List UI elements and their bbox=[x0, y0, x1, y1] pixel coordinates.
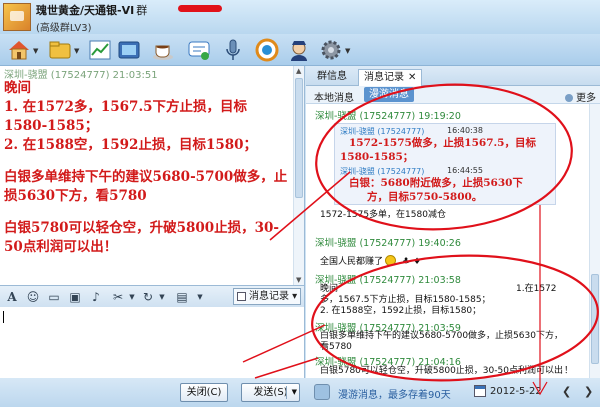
message-body: 看5780 bbox=[320, 342, 352, 352]
roam-icon[interactable] bbox=[314, 384, 330, 400]
tab-message-history[interactable]: 消息记录 ✕ bbox=[358, 69, 423, 86]
chevron-down-icon[interactable]: ▼ bbox=[124, 289, 140, 305]
smiley-icon[interactable]: ☺ bbox=[25, 289, 41, 305]
folder-icon[interactable] bbox=[47, 37, 73, 63]
folder-icon[interactable]: ▭ bbox=[46, 289, 62, 305]
message-history-button[interactable]: 消息记录 ▾ bbox=[233, 288, 301, 305]
history-panel: 群信息 消息记录 ✕ 本地消息 漫游消息 更多 深圳-骁盟 (17524777) … bbox=[306, 66, 600, 378]
message-body: 白银多单维持下午的建议5680-5700做多，止损5630下方， bbox=[320, 331, 563, 341]
bottom-bar: 关闭(C) 发送(S) ▼ 漫游消息，最多存着90天 2012-5-22 ❮ ❯ bbox=[0, 378, 600, 407]
message-text: 全国人民都赚了 bbox=[320, 257, 384, 267]
chat-message: 白银5780可以轻仓空，升破5800止损，30-50点利润可以出！ bbox=[4, 220, 280, 255]
history-icon bbox=[237, 292, 246, 301]
next-page-icon[interactable]: ❯ bbox=[584, 385, 593, 398]
message-body: 晚间 bbox=[320, 284, 339, 294]
chat-messages: 晚间 1. 在1572多，1567.5下方止损，目标1580-1585； 2. … bbox=[4, 79, 290, 270]
close-button[interactable]: 关闭(C) bbox=[180, 383, 228, 402]
group-level: (高级群LV3) bbox=[36, 23, 92, 34]
redacted-text bbox=[178, 5, 222, 12]
video-icon[interactable] bbox=[116, 37, 142, 63]
message-body: 全国人民都赚了 ♣ ♦ bbox=[320, 255, 422, 267]
tab-label: 消息记录 bbox=[364, 72, 404, 83]
tab-group-info[interactable]: 群信息 bbox=[312, 69, 352, 86]
message-body: 白银5780可以轻仓空，升破5800止损，30-50点利润可以出 bbox=[320, 366, 563, 376]
quote-text: 1572-1575做多，止损1567.5，目标 bbox=[349, 137, 536, 149]
chat-message: 2. 在1588空，1592止损，目标1580； bbox=[4, 137, 258, 153]
chart-icon[interactable] bbox=[87, 37, 113, 63]
message-sender: 深圳-骁盟 (17524777) 19:40:26 bbox=[315, 238, 461, 249]
scroll-thumb[interactable] bbox=[295, 78, 303, 198]
history-date[interactable]: 2012-5-22 bbox=[490, 386, 542, 397]
chat-message: 白银多单维持下午的建议5680-5700做多，止损5630下方，看5780 bbox=[4, 169, 288, 204]
send-button[interactable]: 发送(S) ▼ bbox=[241, 383, 300, 402]
picture-icon[interactable]: ▤ bbox=[174, 289, 190, 305]
police-icon[interactable] bbox=[286, 37, 312, 63]
quoted-messages: 深圳-骁盟 (17524777) 16:40:38 1572-1575做多，止损… bbox=[334, 123, 556, 205]
history-subtabs: 本地消息 漫游消息 更多 bbox=[306, 86, 600, 104]
roam-notice[interactable]: 漫游消息，最多存着90天 bbox=[338, 386, 451, 401]
gear-icon[interactable] bbox=[318, 37, 344, 63]
quote-text: 1580-1585； bbox=[340, 151, 414, 163]
scroll-down-icon[interactable]: ▼ bbox=[296, 276, 301, 284]
title-bar: 瑰世黄金/天通银-VI 群 (高级群LV3) bbox=[0, 0, 600, 34]
chevron-down-icon[interactable]: ▼ bbox=[154, 289, 170, 305]
chevron-down-icon[interactable]: ▼ bbox=[33, 47, 38, 55]
message-input[interactable] bbox=[0, 307, 305, 378]
chat-message: 1. 在1572多，1567.5下方止损，目标1580-1585； bbox=[4, 99, 248, 134]
group-avatar[interactable] bbox=[3, 3, 31, 31]
chevron-down-icon[interactable]: ▼ bbox=[74, 47, 79, 55]
scroll-thumb[interactable] bbox=[591, 274, 599, 364]
message-body: 多，1567.5下方止损，目标1580-1585； bbox=[320, 295, 491, 305]
main-toolbar: ▼ ▼ ▼ bbox=[0, 34, 600, 66]
image-icon[interactable]: ▣ bbox=[67, 289, 83, 305]
microphone-icon[interactable] bbox=[220, 37, 246, 63]
window-title: 瑰世黄金/天通银-VI 群 bbox=[36, 4, 148, 17]
text-cursor bbox=[3, 311, 4, 323]
close-icon[interactable]: ✕ bbox=[408, 72, 416, 83]
scroll-up-icon[interactable]: ▲ bbox=[296, 67, 301, 75]
font-icon[interactable]: A bbox=[4, 289, 20, 305]
roam-messages-tab[interactable]: 漫游消息 bbox=[364, 87, 414, 102]
prev-page-icon[interactable]: ❮ bbox=[562, 385, 571, 398]
quote-text: 白银：5680附近做多，止损5630下 bbox=[349, 177, 523, 189]
chevron-down-icon[interactable]: ▼ bbox=[192, 289, 208, 305]
smiley-icon bbox=[385, 255, 397, 266]
calendar-icon[interactable] bbox=[474, 385, 486, 397]
message-body: 1.在1572 bbox=[516, 284, 557, 294]
message-icon[interactable] bbox=[186, 37, 212, 63]
local-messages-tab[interactable]: 本地消息 bbox=[314, 89, 354, 104]
app-s-icon[interactable] bbox=[254, 37, 280, 63]
chat-view[interactable]: 深圳-骁盟 (17524777) 21:03:51 晚间 1. 在1572多，1… bbox=[0, 66, 305, 285]
send-label: 发送(S) bbox=[253, 387, 288, 398]
chevron-down-icon[interactable]: ▼ bbox=[292, 384, 297, 401]
quote-time: 16:40:38 bbox=[447, 126, 483, 135]
history-scrollbar[interactable] bbox=[589, 104, 600, 378]
history-label: 消息记录 bbox=[249, 291, 289, 302]
quote-text: 方，目标5750-5800。 bbox=[367, 191, 483, 203]
coffee-icon[interactable] bbox=[150, 37, 176, 63]
more-button[interactable]: 更多 bbox=[565, 89, 596, 104]
chevron-down-icon[interactable]: ▼ bbox=[345, 47, 350, 55]
divider bbox=[286, 386, 287, 399]
music-icon[interactable]: ♪ bbox=[88, 289, 104, 305]
home-icon[interactable] bbox=[6, 37, 32, 63]
input-toolbar: A ☺ ▭ ▣ ♪ ✂ ▼ ↻ ▼ ▤ ▼ 消息记录 ▾ bbox=[0, 285, 305, 307]
quote-time: 16:44:55 bbox=[447, 166, 483, 175]
message-body: 2. 在1588空，1592止损，目标1580； bbox=[320, 306, 482, 316]
message-body: ！ bbox=[564, 366, 574, 376]
history-list[interactable]: 深圳-骁盟 (17524777) 19:19:20 深圳-骁盟 (1752477… bbox=[306, 104, 589, 378]
chat-scrollbar[interactable]: ▲ ▼ bbox=[293, 66, 304, 285]
chat-message: 晚间 bbox=[4, 80, 31, 96]
message-body: 1572-1575多单，在1580减仓 bbox=[320, 210, 446, 220]
message-sender: 深圳-骁盟 (17524777) 19:19:20 bbox=[315, 111, 461, 122]
panel-tabs: 群信息 消息记录 ✕ bbox=[306, 66, 600, 86]
